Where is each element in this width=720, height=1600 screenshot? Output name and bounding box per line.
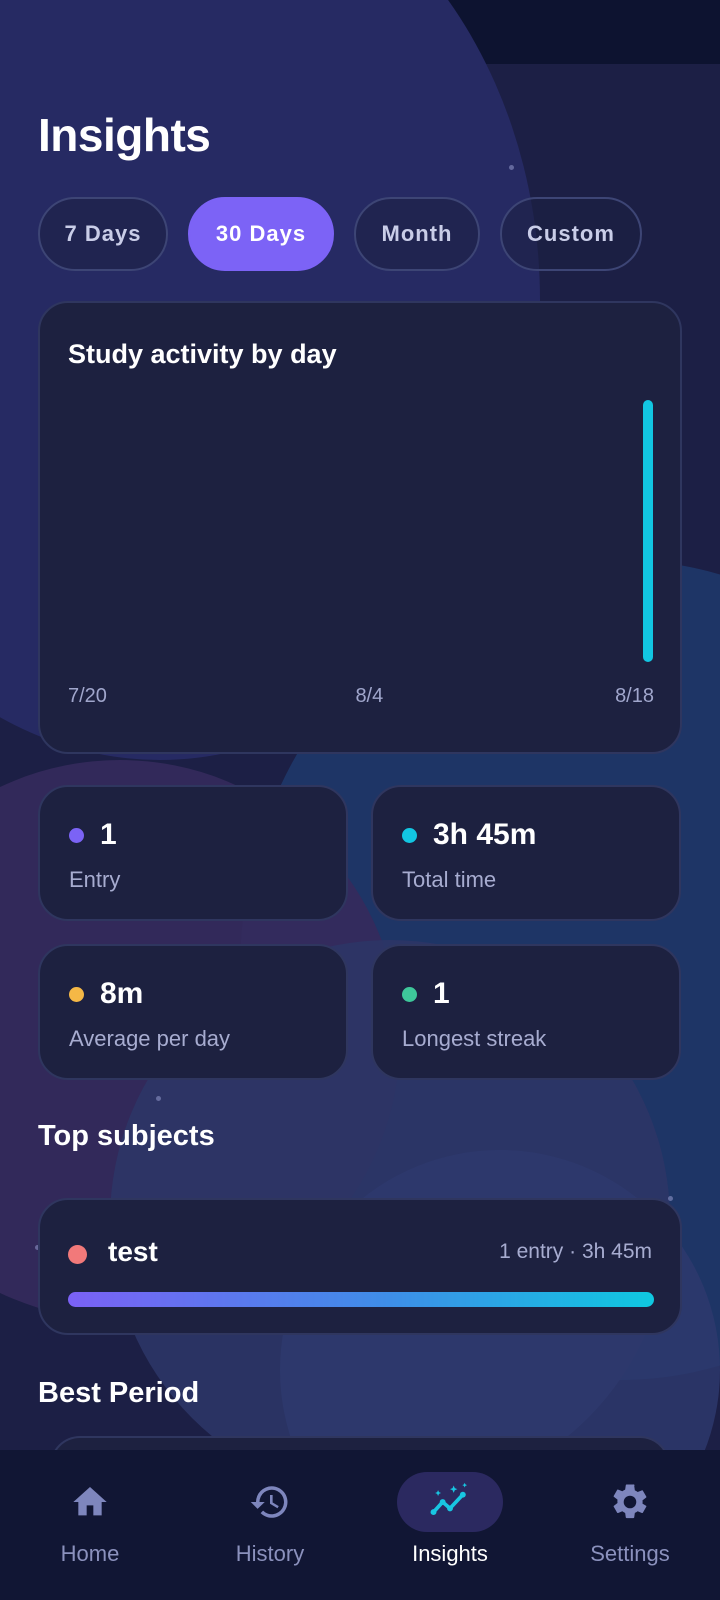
nav-label: Settings — [590, 1541, 670, 1566]
chart-x-tick-label: 8/4 — [355, 685, 383, 707]
stat-value: 1 — [433, 977, 450, 1010]
tab-30-days[interactable]: 30 Days — [188, 197, 334, 271]
stat-value: 8m — [100, 977, 144, 1010]
nav-item-history[interactable]: History — [180, 1450, 360, 1600]
nav-label: Insights — [412, 1541, 488, 1566]
subject-progress-bar — [68, 1292, 654, 1307]
background-dot — [668, 1196, 673, 1201]
stat-label: Average per day — [69, 1026, 231, 1051]
tab-7-days[interactable]: 7 Days — [38, 197, 168, 271]
home-icon — [73, 1487, 107, 1516]
background-dot — [509, 165, 514, 170]
stat-dot — [402, 987, 417, 1002]
activity-chart: 7/20 8/4 8/18 — [68, 400, 654, 707]
stat-dot — [402, 828, 417, 843]
nav-item-insights[interactable]: Insights — [360, 1450, 540, 1600]
stat-label: Entry — [69, 867, 121, 892]
page-title: Insights — [38, 109, 211, 161]
stat-dot — [69, 828, 84, 843]
activity-chart-card: Study activity by day 7/20 8/4 8/18 — [38, 301, 682, 754]
nav-label: History — [235, 1541, 305, 1566]
chart-bar — [643, 400, 653, 662]
stat-dot — [69, 987, 84, 1002]
background-dot — [156, 1096, 161, 1101]
stat-value: 3h 45m — [433, 818, 537, 851]
range-tabs: 7 Days 30 Days Month Custom — [38, 197, 642, 271]
subject-name: test — [108, 1236, 158, 1267]
stat-card-streak: 1 Longest streak — [371, 944, 681, 1080]
section-title-top-subjects: Top subjects — [38, 1120, 215, 1152]
subject-color-dot — [68, 1245, 87, 1264]
chart-x-tick-label: 7/20 — [68, 685, 107, 707]
subject-card[interactable]: test 1 entry · 3h 45m — [38, 1198, 682, 1335]
section-title-best-period: Best Period — [38, 1377, 200, 1409]
nav-label: Home — [60, 1541, 120, 1566]
nav-item-home[interactable]: Home — [0, 1450, 180, 1600]
tab-month[interactable]: Month — [354, 197, 480, 271]
insights-icon — [430, 1482, 468, 1516]
stat-card-total-time: 3h 45m Total time — [371, 785, 681, 921]
stat-value: 1 — [100, 818, 117, 851]
gear-icon — [613, 1484, 647, 1519]
bottom-navigation: Home History Insights Settings — [0, 1450, 720, 1600]
nav-item-settings[interactable]: Settings — [540, 1450, 720, 1600]
tab-custom[interactable]: Custom — [500, 197, 642, 271]
chart-x-tick-label: 8/18 — [615, 685, 654, 707]
history-icon — [250, 1486, 288, 1518]
stat-label: Longest streak — [402, 1026, 547, 1051]
stat-label: Total time — [402, 867, 497, 892]
stat-card-average: 8m Average per day — [38, 944, 348, 1080]
subject-meta: 1 entry · 3h 45m — [499, 1240, 652, 1263]
stat-card-entries: 1 Entry — [38, 785, 348, 921]
